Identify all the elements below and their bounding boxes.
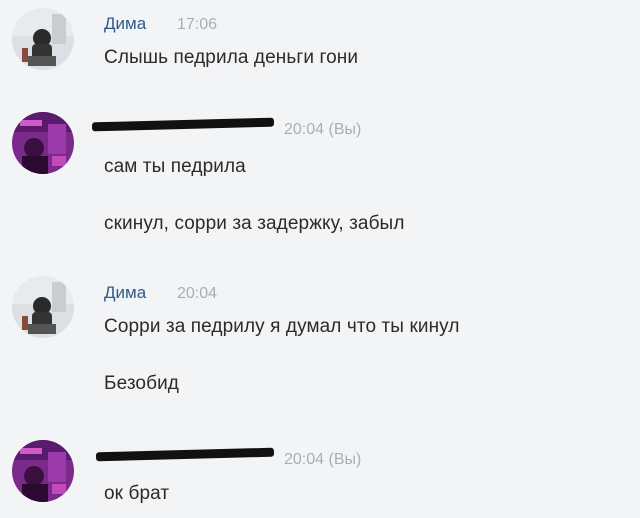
sender-name[interactable]: Дима	[104, 283, 146, 303]
message-text: Сорри за педрилу я думал что ты кинул	[104, 316, 460, 337]
message-text: ок брат	[104, 483, 170, 504]
redacted-sender-name	[91, 117, 275, 132]
message-text: Слышь педрила деньги гони	[104, 47, 359, 68]
sender-name[interactable]: Дима	[104, 14, 146, 34]
user-photo-icon	[12, 276, 74, 338]
redacted-sender-name	[95, 447, 275, 462]
avatar-self[interactable]	[12, 112, 74, 174]
timestamp: 20:04	[177, 285, 218, 302]
timestamp: 20:04 (Вы)	[284, 121, 362, 138]
timestamp: 20:04 (Вы)	[284, 451, 362, 468]
message-text: Безобид	[104, 373, 179, 394]
timestamp: 17:06	[177, 16, 218, 33]
avatar-self[interactable]	[12, 440, 74, 502]
message-text: сам ты педрила	[104, 156, 246, 177]
avatar-dima[interactable]	[12, 276, 74, 338]
purple-user-photo-icon	[12, 112, 74, 174]
chat-history: Дима 17:06 Слышь педрила деньги гони 20:…	[0, 0, 640, 518]
user-photo-icon	[12, 8, 74, 70]
purple-user-photo-icon	[12, 440, 74, 502]
avatar-dima[interactable]	[12, 8, 74, 70]
message-text: скинул, сорри за задержку, забыл	[104, 213, 405, 234]
